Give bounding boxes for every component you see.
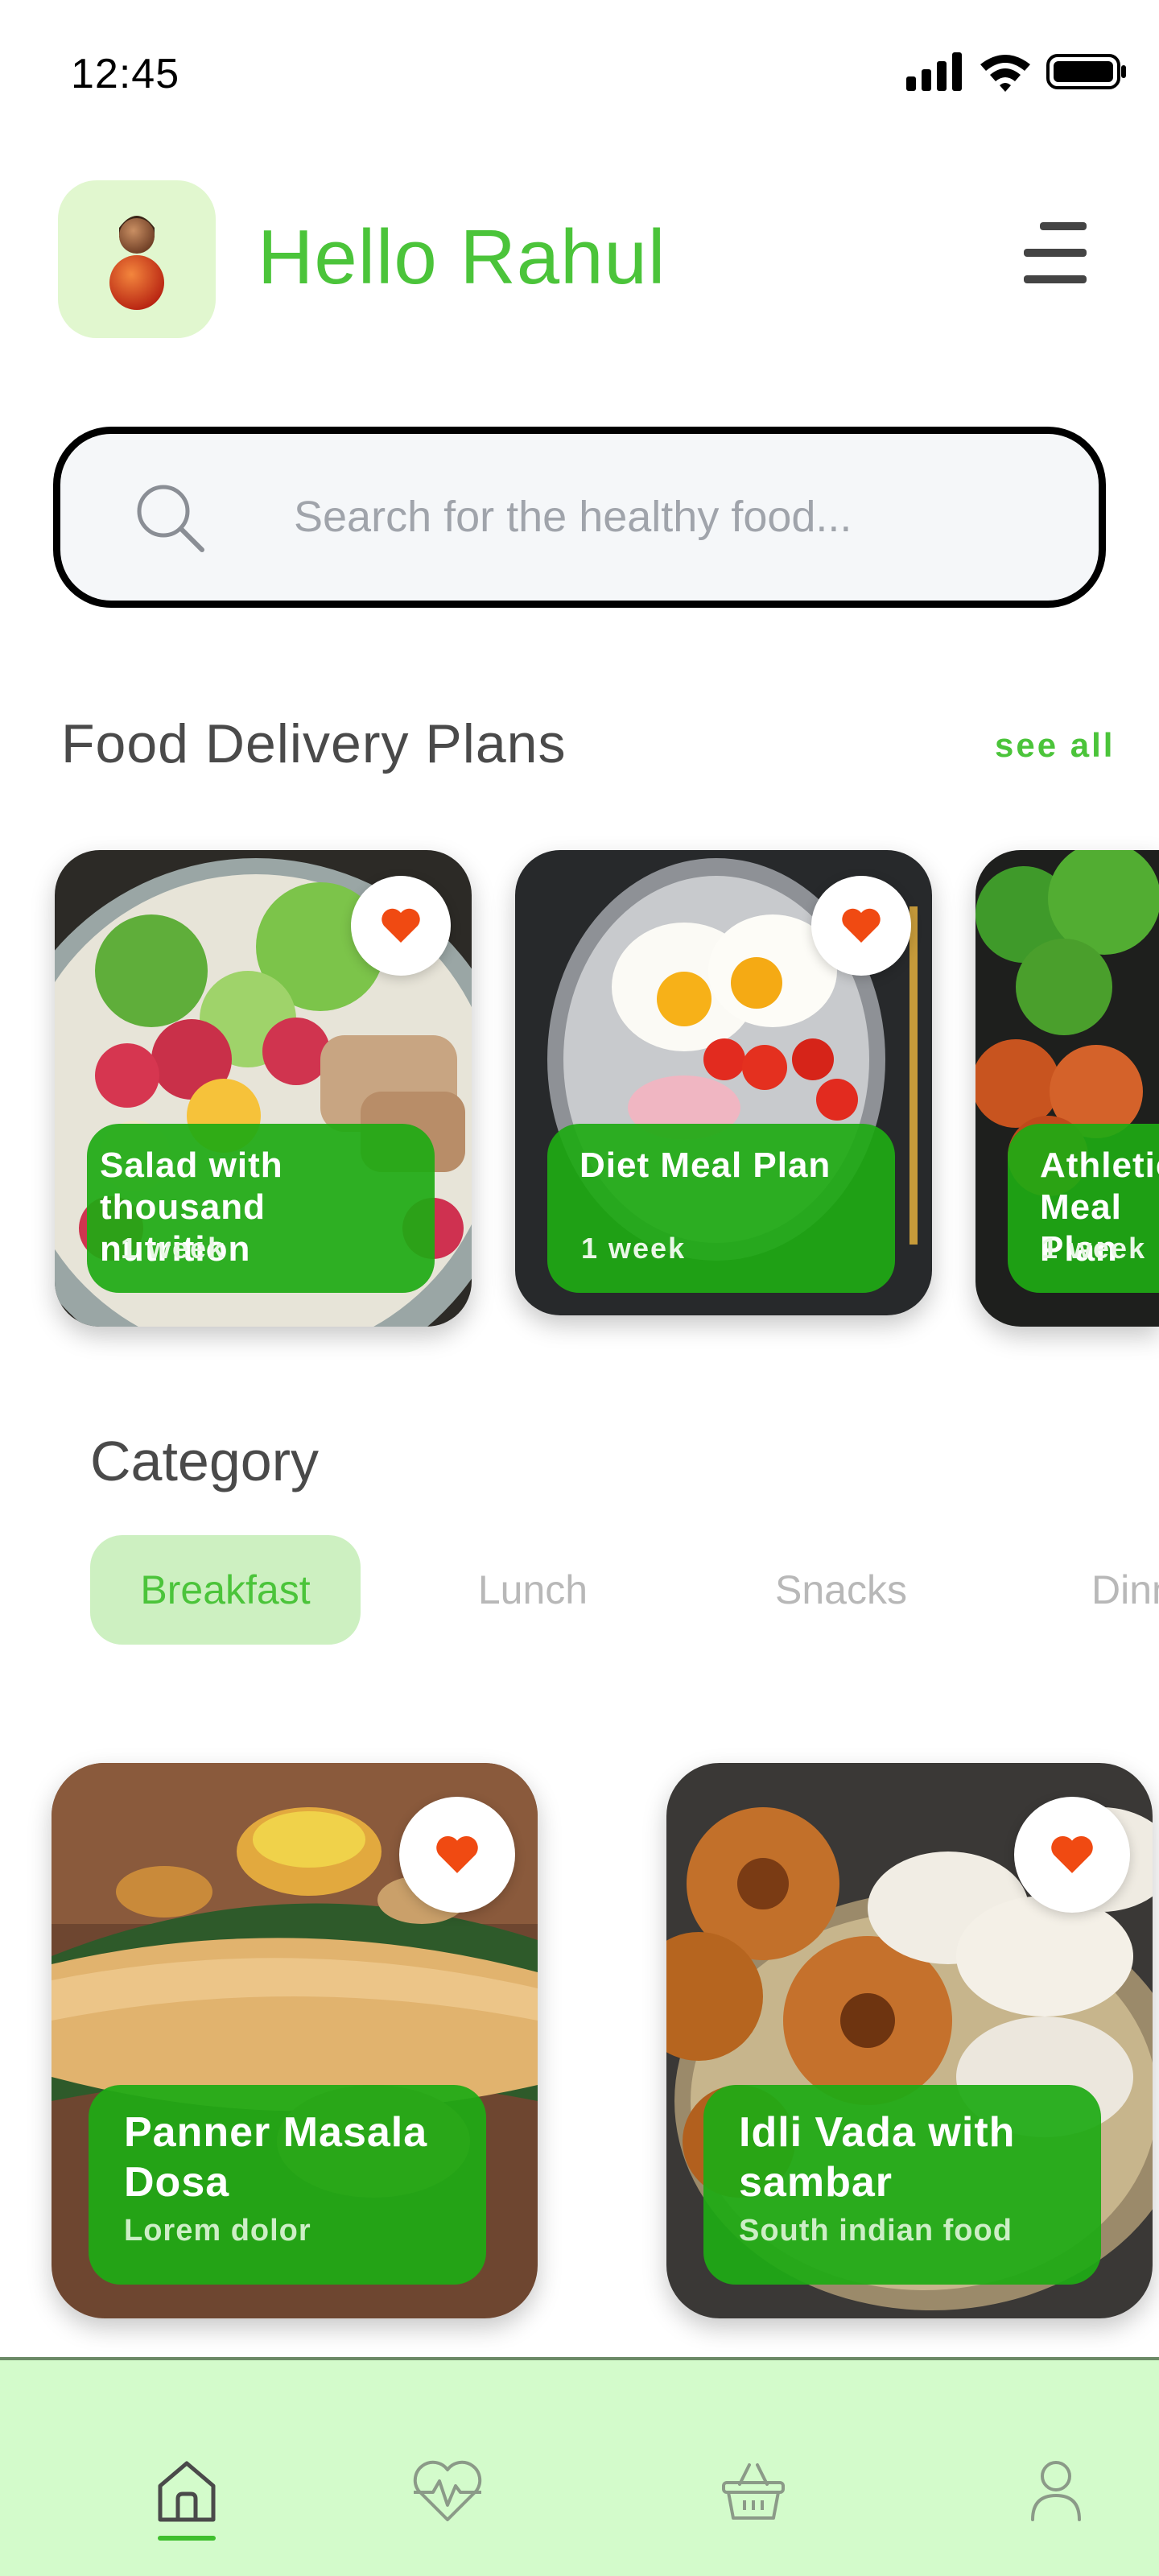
food-card-subtitle: South indian food (739, 2214, 1013, 2248)
favorite-button[interactable] (351, 876, 451, 976)
plans-section-title: Food Delivery Plans (61, 713, 567, 774)
nav-basket[interactable] (713, 2450, 794, 2531)
plan-card[interactable]: Athletic Meal Plan 1 week (975, 850, 1159, 1327)
food-card-label: Panner Masala Dosa Lorem dolor (89, 2085, 486, 2285)
heart-icon (382, 908, 420, 943)
favorite-button[interactable] (811, 876, 911, 976)
food-card[interactable]: Idli Vada with sambar South indian food (666, 1763, 1153, 2318)
menu-icon-bar (1024, 249, 1087, 257)
heart-icon (1051, 1835, 1093, 1873)
menu-icon-bar (1040, 222, 1087, 230)
plan-card-label: Diet Meal Plan 1 week (547, 1124, 895, 1293)
search-box[interactable] (53, 427, 1106, 608)
favorite-button[interactable] (1014, 1797, 1130, 1913)
tab-lunch[interactable]: Lunch (451, 1535, 615, 1645)
see-all-link[interactable]: see all (995, 726, 1115, 765)
food-card-label: Idli Vada with sambar South indian food (703, 2085, 1101, 2285)
cellular-signal-icon (906, 52, 962, 91)
menu-button[interactable] (1022, 222, 1087, 283)
greeting-title: Hello Rahul (258, 214, 666, 300)
plan-card-duration: 1 week (1041, 1232, 1147, 1265)
plan-card-label: Athletic Meal Plan 1 week (1008, 1124, 1159, 1293)
battery-icon (1046, 54, 1126, 89)
home-icon (158, 2461, 216, 2522)
heart-pulse-icon (413, 2460, 482, 2521)
status-icons (906, 52, 1127, 92)
food-card-title: Panner Masala Dosa (124, 2109, 428, 2206)
bottom-nav (0, 2357, 1159, 2576)
nav-health[interactable] (407, 2450, 488, 2531)
plan-card-title: Diet Meal Plan (580, 1146, 831, 1185)
nav-profile[interactable] (1016, 2450, 1096, 2531)
profile-icon (1031, 2461, 1081, 2521)
tab-snacks[interactable]: Snacks (749, 1535, 934, 1645)
basket-icon (722, 2463, 785, 2520)
nav-home[interactable] (146, 2450, 227, 2531)
search-input[interactable] (294, 474, 1018, 559)
plan-card[interactable]: Salad with thousand nutrition 1 week (55, 850, 472, 1327)
food-card-subtitle: Lorem dolor (124, 2214, 311, 2248)
plan-card[interactable]: Diet Meal Plan 1 week (515, 850, 932, 1315)
status-bar: 12:45 (0, 0, 1159, 153)
avatar-figure-icon (109, 216, 164, 310)
active-tab-indicator (158, 2536, 216, 2541)
wifi-icon (980, 55, 1030, 92)
plan-card-label: Salad with thousand nutrition 1 week (87, 1124, 435, 1293)
plan-card-duration: 1 week (121, 1232, 226, 1265)
tab-breakfast[interactable]: Breakfast (90, 1535, 361, 1645)
favorite-button[interactable] (399, 1797, 515, 1913)
menu-icon-bar (1024, 275, 1087, 283)
tab-dinner[interactable]: Dinner (1091, 1535, 1159, 1645)
avatar[interactable] (58, 180, 216, 338)
plan-card-duration: 1 week (581, 1232, 687, 1265)
heart-icon (842, 908, 881, 943)
status-time: 12:45 (71, 51, 180, 97)
food-card-title: Idli Vada with sambar (739, 2109, 1016, 2206)
food-card[interactable]: Panner Masala Dosa Lorem dolor (52, 1763, 538, 2318)
category-title: Category (90, 1430, 320, 1492)
heart-icon (436, 1835, 478, 1873)
search-icon (137, 485, 204, 552)
